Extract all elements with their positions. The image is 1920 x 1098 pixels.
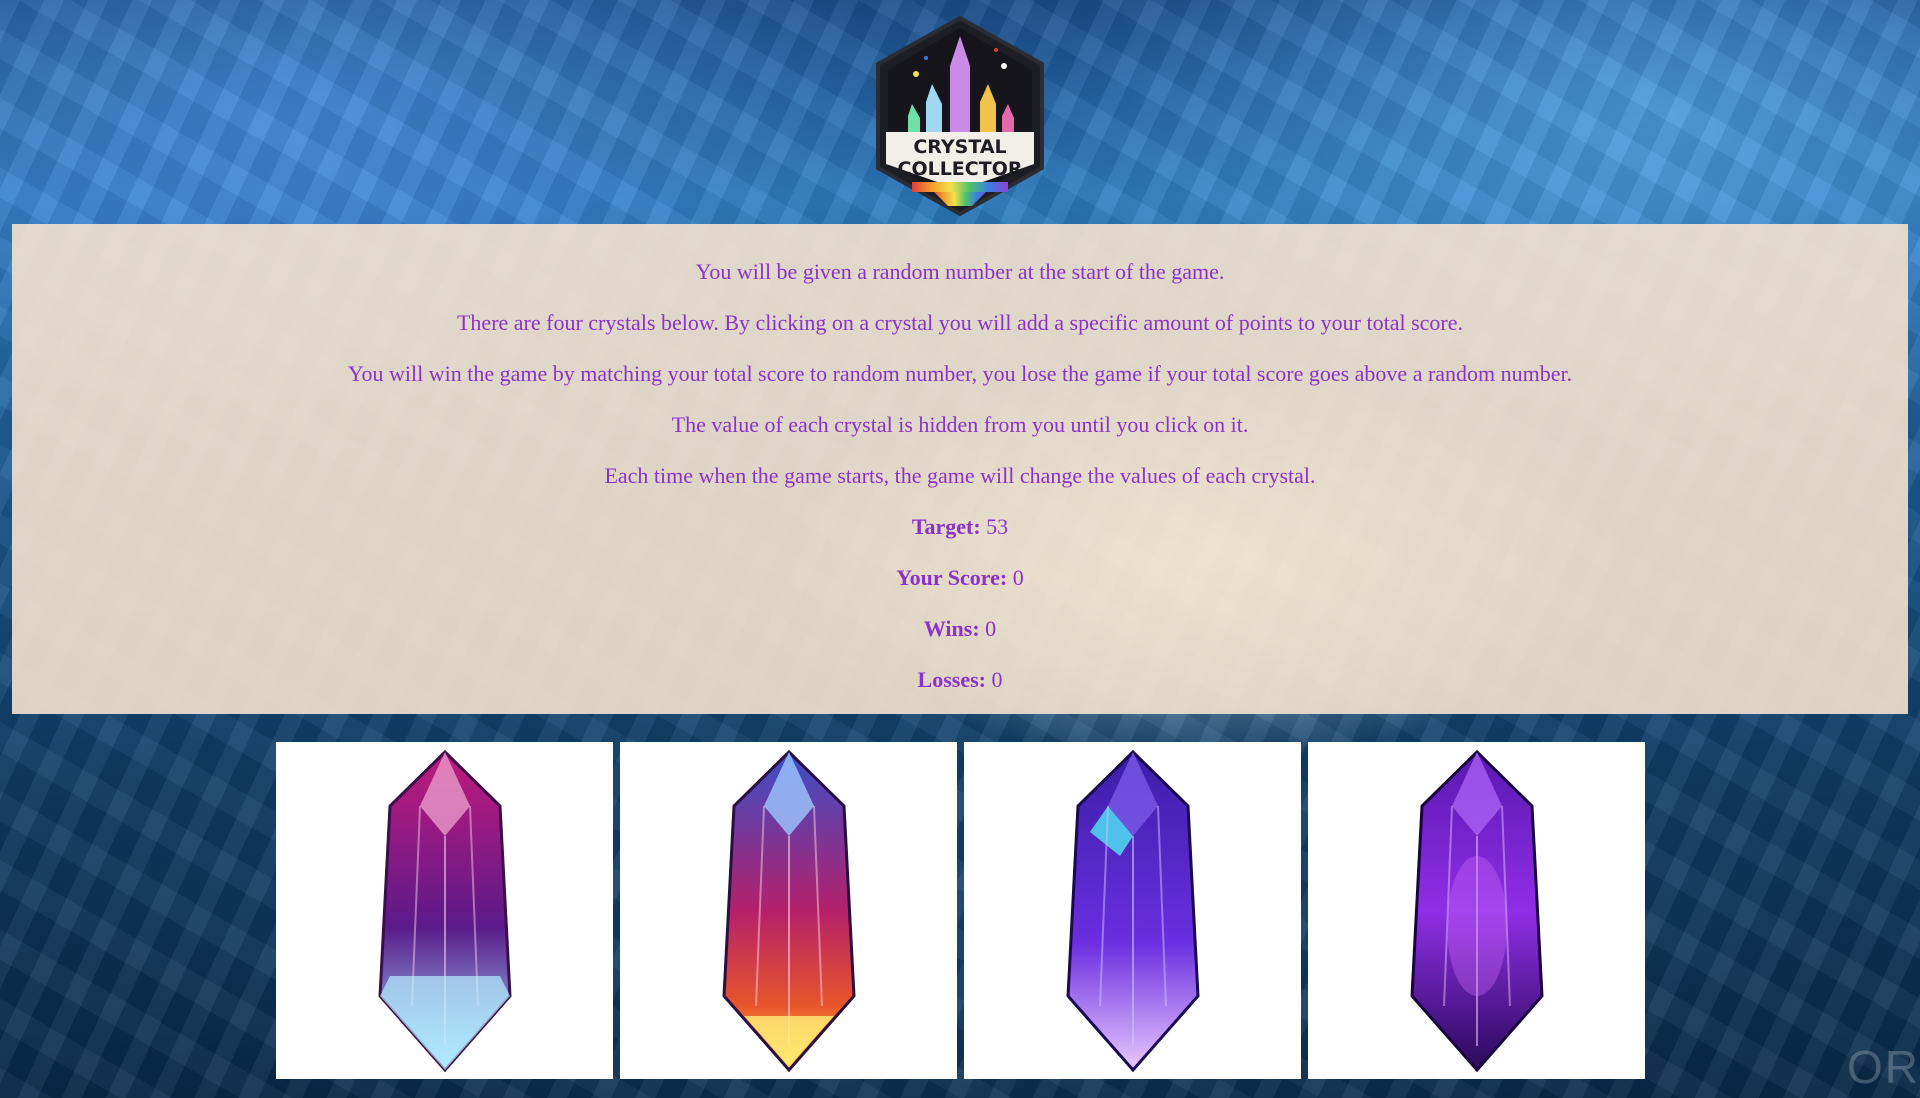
crystal-button-4[interactable]: [1308, 742, 1645, 1079]
instruction-1: You will be given a random number at the…: [695, 259, 1225, 284]
watermark-text: OR: [1847, 1041, 1920, 1093]
pink-blue-crystal-icon: [377, 749, 512, 1072]
instructions-panel: You will be given a random number at the…: [12, 224, 1908, 714]
instruction-4: The value of each crystal is hidden from…: [671, 412, 1249, 437]
target-label: Target:: [911, 514, 981, 539]
logo-text-line2: COLLECTOR: [898, 158, 1023, 180]
instruction-2: There are four crystals below. By clicki…: [456, 310, 1463, 335]
crystal-button-2[interactable]: [620, 742, 957, 1079]
target-value: 53: [986, 514, 1009, 539]
wins-row: Wins: 0: [12, 603, 1908, 654]
instruction-3: You will win the game by matching your t…: [347, 361, 1573, 386]
losses-value: 0: [991, 667, 1003, 692]
indigo-crystal-icon: [1065, 749, 1200, 1072]
crystal-row: [276, 742, 1645, 1079]
wins-value: 0: [985, 616, 997, 641]
score-label: Your Score:: [896, 565, 1008, 590]
logo-text-line1: CRYSTAL: [913, 136, 1006, 158]
crystal-button-3[interactable]: [964, 742, 1301, 1079]
target-row: Target: 53: [12, 501, 1908, 552]
wins-label: Wins:: [923, 616, 980, 641]
losses-row: Losses: 0: [12, 654, 1908, 705]
instruction-5: Each time when the game starts, the game…: [604, 463, 1316, 488]
score-row: Your Score: 0: [12, 552, 1908, 603]
crystal-collector-logo: CRYSTAL COLLECTOR: [872, 14, 1048, 218]
crystal-button-1[interactable]: [276, 742, 613, 1079]
losses-label: Losses:: [917, 667, 986, 692]
violet-crystal-icon: [1409, 749, 1544, 1072]
score-value: 0: [1012, 565, 1024, 590]
blue-fire-crystal-icon: [721, 749, 856, 1072]
